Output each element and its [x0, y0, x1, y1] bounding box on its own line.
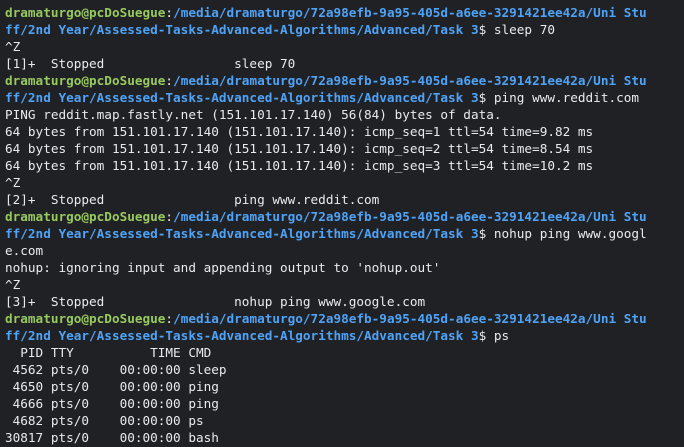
output-line: ^Z	[5, 174, 684, 191]
prompt-separator: :	[165, 311, 174, 326]
prompt-line: ff/2nd Year/Assessed-Tasks-Advanced-Algo…	[5, 225, 684, 242]
prompt-path: ff/2nd Year/Assessed-Tasks-Advanced-Algo…	[5, 90, 479, 105]
prompt-user: dramaturgo@pcDoSuegue	[5, 73, 166, 88]
prompt-line: ff/2nd Year/Assessed-Tasks-Advanced-Algo…	[5, 89, 684, 106]
output-text: [3]+ Stopped nohup ping www.google.com	[5, 294, 426, 309]
output-line: 4682 pts/0 00:00:00 ps	[5, 412, 684, 429]
prompt-symbol: $	[478, 90, 494, 105]
prompt-separator: :	[165, 209, 174, 224]
output-text: [2]+ Stopped ping www.reddit.com	[5, 192, 380, 207]
prompt-path: ff/2nd Year/Assessed-Tasks-Advanced-Algo…	[5, 226, 479, 241]
output-text: 64 bytes from 151.101.17.140 (151.101.17…	[5, 124, 594, 139]
output-line: [1]+ Stopped sleep 70	[5, 55, 684, 72]
output-line: e.com	[5, 242, 684, 259]
output-line: nohup: ignoring input and appending outp…	[5, 259, 684, 276]
output-text: PING reddit.map.fastly.net (151.101.17.1…	[5, 107, 502, 122]
output-line: 4562 pts/0 00:00:00 sleep	[5, 361, 684, 378]
command-text: sleep 70	[493, 22, 555, 37]
prompt-separator: :	[165, 73, 174, 88]
prompt-path: /media/dramaturgo/72a98efb-9a95-405d-a6e…	[173, 5, 647, 20]
output-line: [3]+ Stopped nohup ping www.google.com	[5, 293, 684, 310]
output-line: 64 bytes from 151.101.17.140 (151.101.17…	[5, 123, 684, 140]
terminal-window[interactable]: dramaturgo@pcDoSuegue:/media/dramaturgo/…	[0, 0, 684, 447]
output-text: ^Z	[5, 175, 21, 190]
output-line: ^Z	[5, 38, 684, 55]
prompt-path: ff/2nd Year/Assessed-Tasks-Advanced-Algo…	[5, 328, 479, 343]
output-line: 64 bytes from 151.101.17.140 (151.101.17…	[5, 157, 684, 174]
output-line: 4666 pts/0 00:00:00 ping	[5, 395, 684, 412]
output-text: 4562 pts/0 00:00:00 sleep	[5, 362, 227, 377]
output-text: 30817 pts/0 00:00:00 bash	[5, 430, 219, 445]
prompt-line: dramaturgo@pcDoSuegue:/media/dramaturgo/…	[5, 4, 684, 21]
output-text: PID TTY TIME CMD	[5, 345, 212, 360]
prompt-path: /media/dramaturgo/72a98efb-9a95-405d-a6e…	[173, 209, 647, 224]
prompt-line: dramaturgo@pcDoSuegue:/media/dramaturgo/…	[5, 310, 684, 327]
prompt-path: /media/dramaturgo/72a98efb-9a95-405d-a6e…	[173, 311, 647, 326]
output-line: PID TTY TIME CMD	[5, 344, 684, 361]
output-text: e.com	[5, 243, 44, 258]
output-line: ^Z	[5, 276, 684, 293]
prompt-path: ff/2nd Year/Assessed-Tasks-Advanced-Algo…	[5, 22, 479, 37]
command-text: ps	[493, 328, 510, 343]
prompt-line: ff/2nd Year/Assessed-Tasks-Advanced-Algo…	[5, 327, 684, 344]
output-text: 4682 pts/0 00:00:00 ps	[5, 413, 204, 428]
prompt-user: dramaturgo@pcDoSuegue	[5, 209, 166, 224]
prompt-line: dramaturgo@pcDoSuegue:/media/dramaturgo/…	[5, 72, 684, 89]
prompt-line: dramaturgo@pcDoSuegue:/media/dramaturgo/…	[5, 208, 684, 225]
output-text: 4650 pts/0 00:00:00 ping	[5, 379, 219, 394]
output-text: 64 bytes from 151.101.17.140 (151.101.17…	[5, 158, 594, 173]
prompt-symbol: $	[478, 226, 494, 241]
prompt-line: ff/2nd Year/Assessed-Tasks-Advanced-Algo…	[5, 21, 684, 38]
output-text: ^Z	[5, 277, 21, 292]
output-text: 64 bytes from 151.101.17.140 (151.101.17…	[5, 141, 594, 156]
output-line: 4650 pts/0 00:00:00 ping	[5, 378, 684, 395]
output-text: nohup: ignoring input and appending outp…	[5, 260, 441, 275]
output-text: [1]+ Stopped sleep 70	[5, 56, 296, 71]
output-text: 4666 pts/0 00:00:00 ping	[5, 396, 219, 411]
prompt-user: dramaturgo@pcDoSuegue	[5, 311, 166, 326]
prompt-symbol: $	[478, 22, 494, 37]
output-line: 64 bytes from 151.101.17.140 (151.101.17…	[5, 140, 684, 157]
prompt-symbol: $	[478, 328, 494, 343]
output-line: 30817 pts/0 00:00:00 bash	[5, 429, 684, 446]
command-text: ping www.reddit.com	[493, 90, 640, 105]
prompt-path: /media/dramaturgo/72a98efb-9a95-405d-a6e…	[173, 73, 647, 88]
output-line: PING reddit.map.fastly.net (151.101.17.1…	[5, 106, 684, 123]
prompt-separator: :	[165, 5, 174, 20]
output-line: [2]+ Stopped ping www.reddit.com	[5, 191, 684, 208]
prompt-user: dramaturgo@pcDoSuegue	[5, 5, 166, 20]
command-text: nohup ping www.googl	[493, 226, 647, 241]
output-text: ^Z	[5, 39, 21, 54]
